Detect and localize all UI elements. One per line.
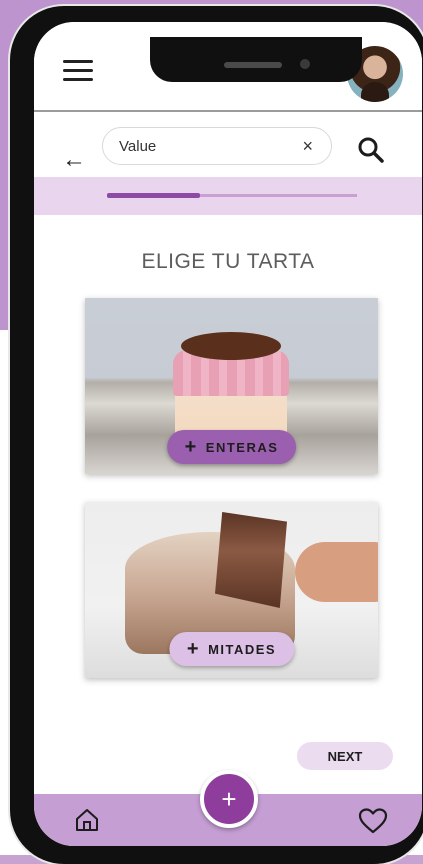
app-screen: ← Value × ELIGE TU TARTA + ENTERAS + MIT… <box>34 22 422 846</box>
back-arrow-icon[interactable]: ← <box>62 148 86 172</box>
menu-icon[interactable] <box>63 60 93 84</box>
progress-track <box>107 193 357 198</box>
camera-icon <box>300 59 310 69</box>
next-button[interactable]: NEXT <box>297 742 393 770</box>
search-icon[interactable] <box>357 136 385 164</box>
mitades-label: MITADES <box>208 641 277 657</box>
speaker-icon <box>224 62 282 68</box>
page-title: ELIGE TU TARTA <box>141 250 315 273</box>
cake-slice <box>215 512 287 608</box>
cake-card-enteras[interactable]: + ENTERAS <box>85 298 378 474</box>
plus-icon: + <box>186 638 201 660</box>
hand-image <box>295 542 378 602</box>
phone-notch <box>150 37 362 82</box>
add-button[interactable]: + <box>200 770 258 828</box>
cake-topping <box>181 332 281 360</box>
enteras-label: ENTERAS <box>205 439 279 455</box>
phone-frame: ← Value × ELIGE TU TARTA + ENTERAS + MIT… <box>10 6 423 864</box>
home-icon[interactable] <box>74 807 100 833</box>
heart-icon[interactable] <box>358 807 388 835</box>
mitades-button[interactable]: + MITADES <box>168 632 295 666</box>
progress-fill <box>107 193 200 198</box>
plus-icon: + <box>184 436 198 458</box>
cake-card-mitades[interactable]: + MITADES <box>85 502 378 678</box>
progress-strip <box>34 177 422 215</box>
search-value[interactable]: Value <box>119 138 156 155</box>
enteras-button[interactable]: + ENTERAS <box>166 430 297 464</box>
clear-icon[interactable]: × <box>302 136 313 157</box>
search-input[interactable]: Value × <box>102 127 332 165</box>
